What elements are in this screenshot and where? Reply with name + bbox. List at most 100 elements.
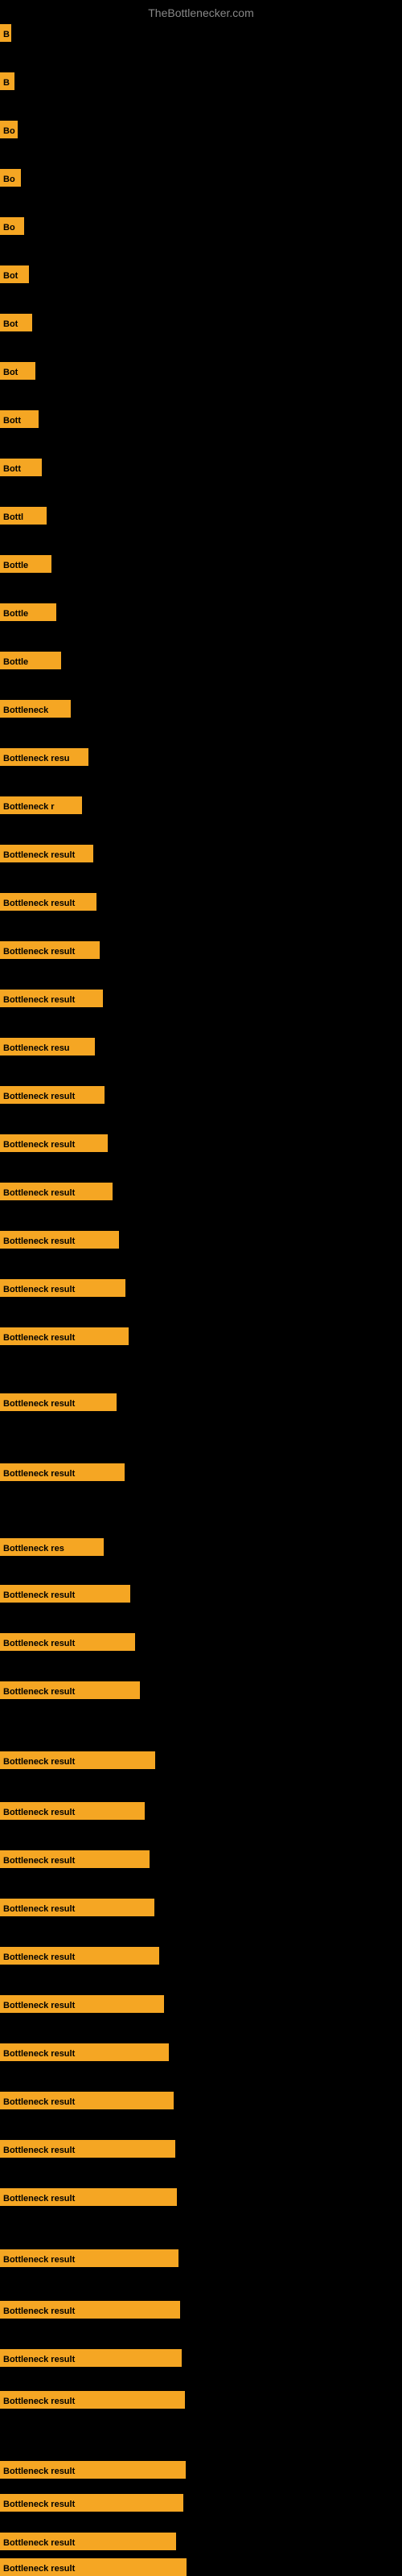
bar-item-40: Bottleneck result — [0, 1995, 164, 2013]
bar-item-36: Bottleneck result — [0, 1802, 145, 1820]
bar-label-39: Bottleneck result — [0, 1947, 159, 1965]
bar-label-27: Bottleneck result — [0, 1279, 125, 1297]
bar-label-35: Bottleneck result — [0, 1751, 155, 1769]
bar-label-44: Bottleneck result — [0, 2188, 177, 2206]
bar-item-11: Bottl — [0, 507, 47, 525]
bar-label-5: Bo — [0, 217, 24, 235]
bar-label-16: Bottleneck resu — [0, 748, 88, 766]
bar-label-22: Bottleneck resu — [0, 1038, 95, 1056]
bar-item-26: Bottleneck result — [0, 1231, 119, 1249]
bar-item-30: Bottleneck result — [0, 1463, 125, 1481]
bar-label-37: Bottleneck result — [0, 1850, 150, 1868]
bar-item-29: Bottleneck result — [0, 1393, 117, 1411]
bar-label-19: Bottleneck result — [0, 893, 96, 911]
bar-item-12: Bottle — [0, 555, 51, 573]
bar-item-46: Bottleneck result — [0, 2301, 180, 2319]
bar-item-35: Bottleneck result — [0, 1751, 155, 1769]
bar-item-2: B — [0, 72, 14, 90]
bar-item-50: Bottleneck result — [0, 2494, 183, 2512]
bar-item-28: Bottleneck result — [0, 1327, 129, 1345]
bar-label-29: Bottleneck result — [0, 1393, 117, 1411]
bar-label-12: Bottle — [0, 555, 51, 573]
bar-label-18: Bottleneck result — [0, 845, 93, 862]
bar-label-46: Bottleneck result — [0, 2301, 180, 2319]
bar-item-13: Bottle — [0, 603, 56, 621]
bar-item-19: Bottleneck result — [0, 893, 96, 911]
bar-label-9: Bott — [0, 410, 39, 428]
bar-label-32: Bottleneck result — [0, 1585, 130, 1603]
bar-item-3: Bo — [0, 121, 18, 138]
bar-item-7: Bot — [0, 314, 32, 331]
bar-label-4: Bo — [0, 169, 21, 187]
bar-item-47: Bottleneck result — [0, 2349, 182, 2367]
bar-item-27: Bottleneck result — [0, 1279, 125, 1297]
bar-label-13: Bottle — [0, 603, 56, 621]
bar-label-23: Bottleneck result — [0, 1086, 105, 1104]
bar-label-3: Bo — [0, 121, 18, 138]
bar-item-33: Bottleneck result — [0, 1633, 135, 1651]
bar-label-30: Bottleneck result — [0, 1463, 125, 1481]
bar-label-31: Bottleneck res — [0, 1538, 104, 1556]
bar-label-20: Bottleneck result — [0, 941, 100, 959]
bar-item-24: Bottleneck result — [0, 1134, 108, 1152]
bar-label-21: Bottleneck result — [0, 990, 103, 1007]
bar-item-39: Bottleneck result — [0, 1947, 159, 1965]
bar-item-32: Bottleneck result — [0, 1585, 130, 1603]
bar-label-49: Bottleneck result — [0, 2461, 186, 2479]
site-title: TheBottlenecker.com — [0, 0, 402, 26]
bar-label-45: Bottleneck result — [0, 2249, 178, 2267]
bar-label-15: Bottleneck — [0, 700, 71, 718]
bar-item-49: Bottleneck result — [0, 2461, 186, 2479]
bar-item-14: Bottle — [0, 652, 61, 669]
bar-label-10: Bott — [0, 459, 42, 476]
bar-item-16: Bottleneck resu — [0, 748, 88, 766]
bar-item-34: Bottleneck result — [0, 1681, 140, 1699]
bar-label-25: Bottleneck result — [0, 1183, 113, 1200]
bar-label-11: Bottl — [0, 507, 47, 525]
bar-item-51: Bottleneck result — [0, 2533, 176, 2550]
bar-label-47: Bottleneck result — [0, 2349, 182, 2367]
bar-item-5: Bo — [0, 217, 24, 235]
bar-label-7: Bot — [0, 314, 32, 331]
bar-label-8: Bot — [0, 362, 35, 380]
bar-item-15: Bottleneck — [0, 700, 71, 718]
bar-label-50: Bottleneck result — [0, 2494, 183, 2512]
bar-item-44: Bottleneck result — [0, 2188, 177, 2206]
bar-item-6: Bot — [0, 265, 29, 283]
bar-item-45: Bottleneck result — [0, 2249, 178, 2267]
bar-label-52: Bottleneck result — [0, 2558, 187, 2576]
bar-label-43: Bottleneck result — [0, 2140, 175, 2158]
bar-item-41: Bottleneck result — [0, 2043, 169, 2061]
bar-item-4: Bo — [0, 169, 21, 187]
bar-label-28: Bottleneck result — [0, 1327, 129, 1345]
bar-label-33: Bottleneck result — [0, 1633, 135, 1651]
bar-item-1: B — [0, 24, 11, 42]
bar-label-24: Bottleneck result — [0, 1134, 108, 1152]
bar-label-40: Bottleneck result — [0, 1995, 164, 2013]
bar-label-41: Bottleneck result — [0, 2043, 169, 2061]
bar-item-42: Bottleneck result — [0, 2092, 174, 2109]
bar-item-21: Bottleneck result — [0, 990, 103, 1007]
bar-item-17: Bottleneck r — [0, 796, 82, 814]
bar-item-31: Bottleneck res — [0, 1538, 104, 1556]
bar-label-6: Bot — [0, 265, 29, 283]
bar-item-8: Bot — [0, 362, 35, 380]
bar-item-9: Bott — [0, 410, 39, 428]
bar-item-38: Bottleneck result — [0, 1899, 154, 1916]
bar-item-18: Bottleneck result — [0, 845, 93, 862]
bar-label-34: Bottleneck result — [0, 1681, 140, 1699]
bar-label-38: Bottleneck result — [0, 1899, 154, 1916]
bar-item-52: Bottleneck result — [0, 2558, 187, 2576]
bar-label-2: B — [0, 72, 14, 90]
bar-label-51: Bottleneck result — [0, 2533, 176, 2550]
bar-item-22: Bottleneck resu — [0, 1038, 95, 1056]
bar-label-17: Bottleneck r — [0, 796, 82, 814]
bar-item-25: Bottleneck result — [0, 1183, 113, 1200]
bar-item-43: Bottleneck result — [0, 2140, 175, 2158]
bar-item-10: Bott — [0, 459, 42, 476]
bar-label-42: Bottleneck result — [0, 2092, 174, 2109]
bar-item-37: Bottleneck result — [0, 1850, 150, 1868]
bar-label-26: Bottleneck result — [0, 1231, 119, 1249]
bar-label-36: Bottleneck result — [0, 1802, 145, 1820]
bar-label-14: Bottle — [0, 652, 61, 669]
